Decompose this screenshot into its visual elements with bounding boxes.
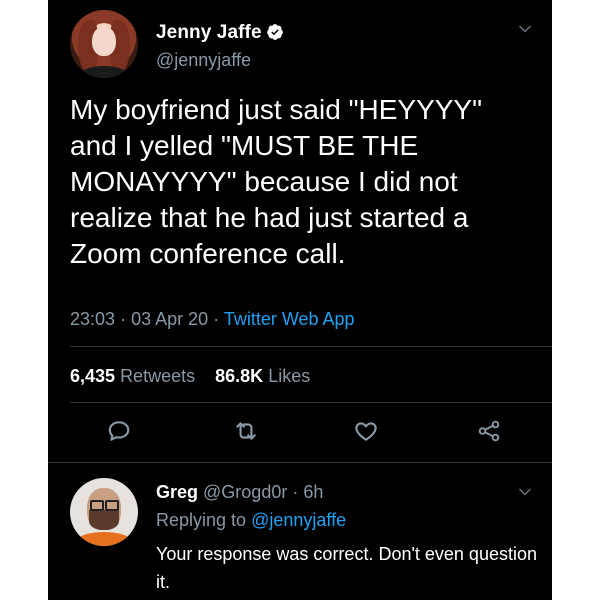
- likes-label: Likes: [268, 366, 311, 386]
- tweet-stats: 6,435 Retweets 86.8K Likes: [70, 366, 310, 387]
- reply-header: Greg @Grogd0r · 6h: [156, 482, 323, 503]
- reply-author-name[interactable]: Greg: [156, 482, 198, 502]
- replying-to-mention[interactable]: @jennyjaffe: [251, 510, 346, 530]
- more-options-chevron-icon[interactable]: [518, 22, 532, 36]
- reply-age[interactable]: 6h: [303, 482, 323, 502]
- tweet-actions: [48, 418, 552, 448]
- tweet-text: My boyfriend just said "HEYYYY" and I ye…: [70, 94, 483, 269]
- reply-bubble-icon[interactable]: [106, 418, 132, 444]
- reply-author-avatar[interactable]: [70, 478, 138, 546]
- avatar-beard: [89, 510, 119, 530]
- tweet-time[interactable]: 23:03: [70, 309, 115, 329]
- retweet-icon[interactable]: [233, 418, 259, 444]
- author-name[interactable]: Jenny Jaffe: [156, 22, 262, 44]
- reply-more-options-chevron-icon[interactable]: [518, 485, 532, 499]
- meta-separator: ·: [120, 309, 127, 329]
- heart-icon[interactable]: [353, 418, 379, 444]
- retweets-count: 6,435: [70, 366, 116, 386]
- divider: [70, 346, 552, 347]
- avatar-body: [76, 532, 132, 546]
- author-avatar[interactable]: [70, 10, 138, 78]
- tweet-screenshot: Jenny Jaffe @jennyjaffe My boyfriend jus…: [48, 0, 552, 600]
- divider: [70, 402, 552, 403]
- replying-to-label: Replying to: [156, 510, 247, 530]
- reply-author-handle[interactable]: @Grogd0r: [203, 482, 287, 502]
- replying-to-line: Replying to @jennyjaffe: [156, 510, 346, 531]
- avatar-shirt: [80, 66, 128, 78]
- avatar-glasses: [90, 500, 104, 511]
- retweets-label: Retweets: [120, 366, 196, 386]
- avatar-face: [92, 26, 116, 56]
- likes-count: 86.8K: [215, 366, 264, 386]
- reply-separator: ·: [292, 482, 299, 502]
- retweets-stat[interactable]: 6,435 Retweets: [70, 366, 195, 386]
- avatar-glasses: [105, 500, 119, 511]
- likes-stat[interactable]: 86.8K Likes: [215, 366, 310, 386]
- divider: [48, 462, 552, 463]
- reply-text: Your response was correct. Don't even qu…: [156, 544, 537, 592]
- tweet-timestamp-line: 23:03 · 03 Apr 20 · Twitter Web App: [70, 309, 355, 330]
- verified-badge-icon: [267, 24, 283, 40]
- author-handle[interactable]: @jennyjaffe: [156, 50, 251, 71]
- share-icon[interactable]: [476, 418, 502, 444]
- tweet-source-link[interactable]: Twitter Web App: [224, 309, 355, 329]
- tweet-date[interactable]: 03 Apr 20: [131, 309, 208, 329]
- meta-separator: ·: [213, 309, 220, 329]
